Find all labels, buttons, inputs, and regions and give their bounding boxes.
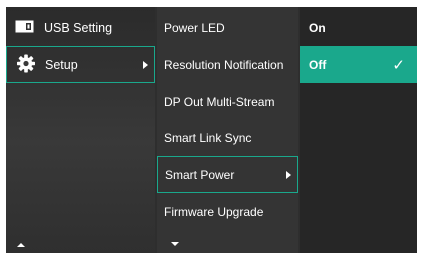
option-on[interactable]: On — [300, 9, 417, 46]
menu-item-setup[interactable]: Setup — [6, 46, 155, 83]
option-label: Off — [309, 57, 327, 72]
menu-item-label: Setup — [45, 57, 78, 72]
scroll-down-arrow-icon[interactable] — [171, 242, 179, 246]
submenu-item-power-led[interactable]: Power LED — [157, 9, 298, 46]
usb-setting-icon — [15, 20, 34, 36]
osd-menu: USB Setting Setup Power LED Resolution N… — [6, 7, 417, 253]
checkmark-icon: ✓ — [392, 55, 405, 74]
submenu-item-smart-link-sync[interactable]: Smart Link Sync — [157, 119, 298, 156]
submenu-item-label: Resolution Notification — [164, 57, 284, 72]
options-panel: On Off ✓ — [300, 7, 417, 253]
chevron-right-icon — [143, 60, 148, 69]
submenu-item-label: Firmware Upgrade — [164, 204, 264, 219]
main-menu: USB Setting Setup — [6, 7, 155, 253]
submenu-item-label: Smart Link Sync — [164, 130, 252, 145]
menu-item-usb-setting[interactable]: USB Setting — [6, 9, 155, 46]
submenu-item-label: DP Out Multi-Stream — [164, 94, 275, 109]
chevron-right-icon — [286, 170, 291, 179]
submenu-item-label: Smart Power — [165, 167, 235, 182]
option-label: On — [309, 20, 326, 35]
gear-icon — [16, 53, 36, 76]
submenu-item-smart-power[interactable]: Smart Power — [157, 156, 298, 193]
submenu: Power LED Resolution Notification DP Out… — [157, 7, 298, 253]
submenu-item-firmware-upgrade[interactable]: Firmware Upgrade — [157, 193, 298, 230]
option-off[interactable]: Off ✓ — [300, 46, 417, 83]
submenu-item-label: Power LED — [164, 20, 225, 35]
scroll-up-arrow-icon[interactable] — [17, 243, 25, 247]
submenu-item-resolution-notification[interactable]: Resolution Notification — [157, 46, 298, 83]
submenu-item-dp-out-multi-stream[interactable]: DP Out Multi-Stream — [157, 83, 298, 120]
menu-item-label: USB Setting — [44, 20, 113, 35]
